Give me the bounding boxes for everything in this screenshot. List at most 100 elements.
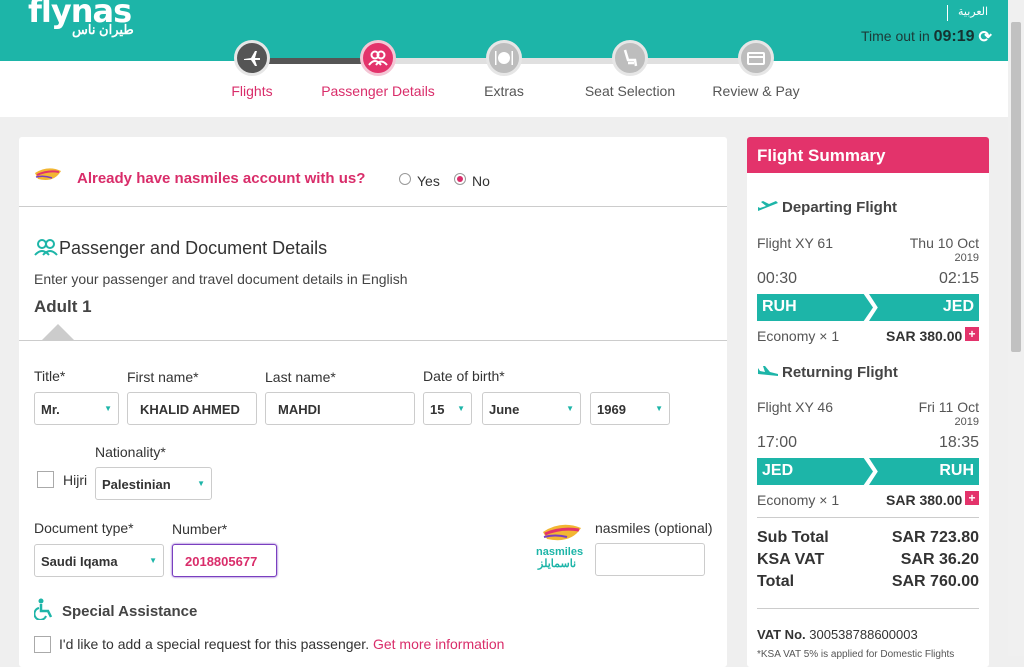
flight-summary-panel: Flight Summary Departing Flight Flight X… [747,137,989,667]
returning-origin: JED [757,458,873,485]
departing-origin: RUH [757,294,873,321]
payment-icon [738,40,774,76]
step-seat-selection[interactable]: Seat Selection [570,40,690,99]
step-label: Extras [484,83,524,99]
departing-class: Economy × 1 [757,328,840,344]
subtotal-label: Sub Total [757,529,829,546]
departing-arr-time: 02:15 [938,270,979,287]
document-type-label: Document type* [34,520,134,536]
departing-year: 2019 [954,252,979,264]
nasmiles-logo-arabic: ناسمايلز [538,558,577,570]
last-name-input[interactable]: MAHDI [265,392,415,425]
departing-destination: JED [869,294,979,321]
refresh-icon[interactable]: ⟳ [979,27,992,47]
more-info-link[interactable]: Get more information [373,636,505,652]
divider [19,206,727,207]
vat-row: KSA VAT SAR 36.20 [757,551,979,569]
special-request-label: I'd like to add a special request for th… [59,636,370,652]
nasmiles-input[interactable] [595,543,705,576]
returning-expand-icon[interactable]: + [965,491,979,505]
title-select[interactable]: Mr. [34,392,119,425]
tab-indicator [42,324,74,340]
section-title: Passenger and Document Details [59,238,328,258]
document-number-input[interactable]: 2018805677 [172,544,277,577]
nasmiles-yes-label[interactable]: Yes [417,173,440,189]
passenger-tab-adult-1[interactable]: Adult 1 [34,297,92,317]
step-passenger-details[interactable]: Passenger Details [318,40,438,99]
timeout-value: 09:19 [933,28,975,45]
passengers-icon [360,40,396,76]
departing-price: SAR 380.00 [886,328,963,344]
returning-arr-time: 18:35 [938,434,979,451]
hijri-label: Hijri [63,472,88,488]
vat-value: SAR 36.20 [900,551,979,568]
last-name-label: Last name* [265,369,336,385]
dob-month-select[interactable]: June [482,392,581,425]
session-timer: Time out in 09:19 ⟳ [861,27,992,47]
nasmiles-yes-radio[interactable] [399,173,411,185]
step-label: Passenger Details [321,83,435,99]
passengers-icon [34,239,58,256]
total-label: Total [757,573,795,590]
nasmiles-no-radio[interactable] [454,173,466,185]
dob-year-select[interactable]: 1969 [590,392,670,425]
total-value: SAR 760.00 [891,573,979,590]
booking-progress: Flights Passenger Details Extras Seat Se… [0,40,1008,117]
page-scrollbar[interactable] [1008,0,1024,656]
subtotal-row: Sub Total SAR 723.80 [757,529,979,547]
step-extras[interactable]: Extras [444,40,564,99]
seat-icon [612,40,648,76]
dob-day-select[interactable]: 15 [423,392,472,425]
language-switch[interactable]: العربية [947,5,988,21]
divider [757,608,979,609]
special-request-text: I'd like to add a special request for th… [59,636,504,652]
returning-date: Fri 11 Oct [918,399,979,415]
flight-summary-title: Flight Summary [747,137,989,173]
special-request-checkbox[interactable] [34,636,51,653]
departing-flight-number: Flight XY 61 [757,235,834,251]
nationality-select[interactable]: Palestinian [95,467,212,500]
nasmiles-question: Already have nasmiles account with us? [77,170,366,187]
nasmiles-no-label[interactable]: No [472,173,490,189]
vat-label: KSA VAT [757,551,825,568]
total-row: Total SAR 760.00 [757,573,979,591]
nasmiles-logo-icon [543,524,581,541]
first-name-label: First name* [127,369,199,385]
meal-icon [486,40,522,76]
returning-flight-number: Flight XY 46 [757,399,834,415]
step-label: Flights [231,83,273,99]
first-name-input[interactable]: KHALID AHMED [127,392,257,425]
step-review-pay[interactable]: Review & Pay [696,40,816,99]
special-assistance-title: Special Assistance [62,603,198,620]
nationality-label: Nationality* [95,444,166,460]
departing-route: RUH JED [757,294,979,321]
scrollbar-thumb[interactable] [1011,22,1021,352]
returning-dep-time: 17:00 [757,434,798,451]
departing-expand-icon[interactable]: + [965,327,979,341]
returning-heading: Returning Flight [782,364,898,381]
vat-number-label: VAT No. [757,627,806,642]
passenger-form-card: Already have nasmiles account with us? Y… [19,137,727,667]
step-label: Review & Pay [712,83,800,99]
flynas-logo-arabic: طيران ناس [72,22,134,37]
document-type-select[interactable]: Saudi Iqama [34,544,164,577]
returning-route: JED RUH [757,458,979,485]
departing-dep-time: 00:30 [757,270,798,287]
vat-note: *KSA VAT 5% is applied for Domestic Flig… [757,649,955,660]
hijri-checkbox[interactable] [37,471,54,488]
divider [757,517,979,518]
wheelchair-icon [34,598,53,620]
departing-date: Thu 10 Oct [909,235,979,251]
vat-number: VAT No. 300538788600003 [757,627,918,642]
timeout-label: Time out in [861,28,930,44]
returning-plane-icon [758,366,778,376]
departing-plane-icon [758,201,778,211]
document-number-label: Number* [172,521,228,537]
vat-number-value: 300538788600003 [809,627,918,642]
nasmiles-label: nasmiles (optional) [595,520,713,536]
subtotal-value: SAR 723.80 [891,529,979,546]
step-flights[interactable]: Flights [192,40,312,99]
returning-price: SAR 380.00 [886,492,963,508]
section-subtitle: Enter your passenger and travel document… [34,271,408,287]
returning-year: 2019 [954,416,979,428]
